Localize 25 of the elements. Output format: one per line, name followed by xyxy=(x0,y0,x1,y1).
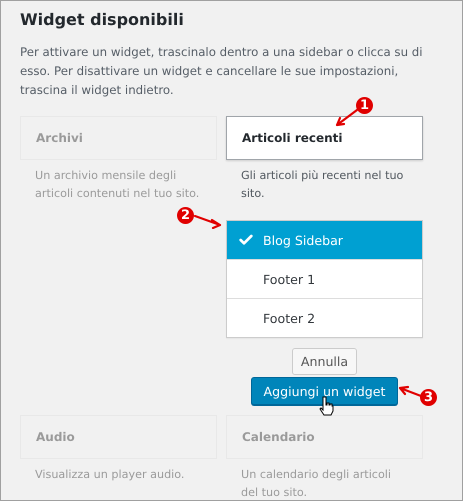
arrow-icon xyxy=(397,384,423,398)
cancel-button[interactable]: Annulla xyxy=(292,348,358,375)
sidebar-label: Blog Sidebar xyxy=(263,232,343,248)
step-badge: 2 xyxy=(177,207,194,224)
widget-description: Visualizza un player audio. xyxy=(34,467,186,483)
add-widget-button[interactable]: Aggiungi un widget xyxy=(251,377,398,405)
widget-description: Un archivio mensile degli articoli contenuti nel tuo sito. xyxy=(34,168,200,202)
sidebar-option[interactable]: Footer 2 xyxy=(227,298,422,337)
intro-text: Per attivare un widget, trascinalo dentro a una sidebar o clicca su di esso. Per disattivare un widget e cancellare le sue impostazioni, trascina il widget indietro. xyxy=(20,44,424,99)
sidebar-label: Footer 1 xyxy=(263,272,316,286)
step-badge: 1 xyxy=(356,97,373,114)
hand-cursor-icon xyxy=(319,396,335,416)
sidebar-label: Footer 2 xyxy=(263,310,316,326)
widget-description: Un calendario degli articoli del tuo sito. xyxy=(240,467,392,500)
section-title: Widget disponibili xyxy=(20,9,185,31)
widget-card[interactable]: Audio xyxy=(20,415,217,459)
sidebar-option[interactable]: Footer 1 xyxy=(227,259,422,298)
arrow-icon xyxy=(193,213,223,229)
widget-card[interactable]: Archivi xyxy=(20,116,217,160)
step-badge: 3 xyxy=(420,389,437,406)
arrow-icon xyxy=(334,108,359,128)
widget-card[interactable]: Calendario xyxy=(226,415,423,459)
widget-card[interactable]: Articoli recenti xyxy=(226,116,423,160)
widget-description: Gli articoli più recenti nel tuo sito. xyxy=(240,168,404,202)
sidebar-option[interactable]: Blog Sidebar xyxy=(227,221,422,259)
